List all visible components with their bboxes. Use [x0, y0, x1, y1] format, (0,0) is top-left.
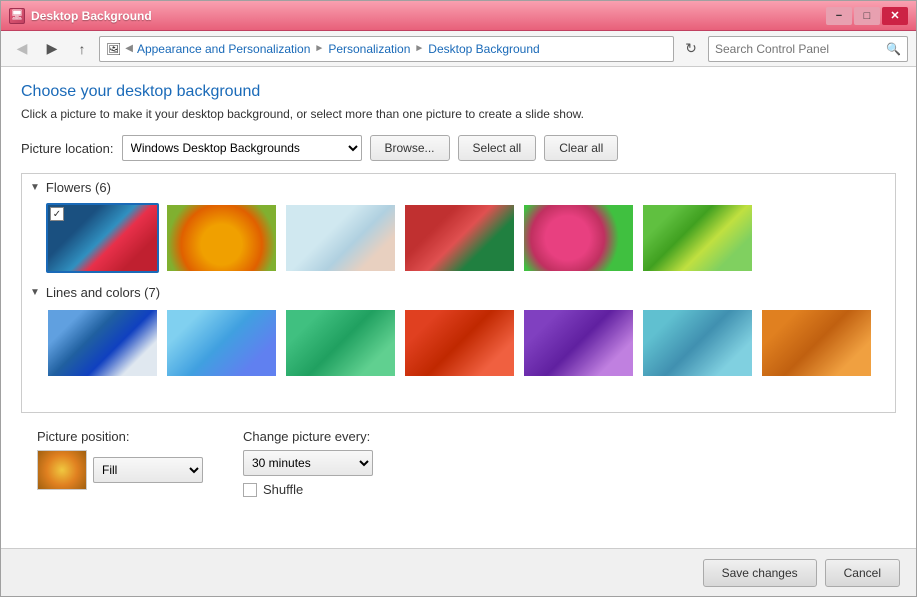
- page-title: Choose your desktop background: [21, 83, 896, 101]
- thumbnail-lc1: [48, 310, 157, 376]
- page-subtitle: Click a picture to make it your desktop …: [21, 107, 896, 121]
- thumbnail-f5: [524, 205, 633, 271]
- picture-position-row: Fill Fit Stretch Tile Center Span: [37, 450, 203, 490]
- thumbnail-f2: [167, 205, 276, 271]
- gallery-item[interactable]: [284, 203, 397, 273]
- save-changes-button[interactable]: Save changes: [703, 559, 817, 587]
- content-area: Choose your desktop background Click a p…: [1, 67, 916, 596]
- thumbnail-lc2: [167, 310, 276, 376]
- gallery-item[interactable]: [284, 308, 397, 378]
- gallery-item[interactable]: [46, 308, 159, 378]
- maximize-button[interactable]: □: [854, 7, 880, 25]
- shuffle-label: Shuffle: [263, 482, 303, 497]
- title-bar: 🖥 Desktop Background − □ ✕: [1, 1, 916, 31]
- thumbnail-lc6: [643, 310, 752, 376]
- shuffle-checkbox[interactable]: [243, 483, 257, 497]
- cancel-button[interactable]: Cancel: [825, 559, 900, 587]
- thumbnail-lc5: [524, 310, 633, 376]
- flowers-expand-arrow: ▼: [30, 182, 40, 193]
- up-button[interactable]: ↑: [69, 37, 95, 61]
- thumbnail-lc4: [405, 310, 514, 376]
- lines-gallery-grid: [30, 308, 887, 378]
- gallery-group-lines: ▼ Lines and colors (7): [22, 279, 895, 384]
- change-every-select[interactable]: 10 seconds 30 seconds 1 minute 2 minutes…: [243, 450, 373, 476]
- address-bar: ◀ ▶ ↑ 🖼 ◀ Appearance and Personalization…: [1, 31, 916, 67]
- gallery-item[interactable]: [641, 308, 754, 378]
- gallery-container: ▼ Flowers (6) ✓: [21, 173, 896, 413]
- path-segment1[interactable]: Appearance and Personalization: [137, 42, 310, 56]
- flowers-group-header[interactable]: ▼ Flowers (6): [30, 180, 887, 195]
- search-input[interactable]: [715, 42, 882, 56]
- gallery-item[interactable]: ✓: [46, 203, 159, 273]
- change-picture-group: Change picture every: 10 seconds 30 seco…: [243, 429, 373, 497]
- clear-button[interactable]: Clear all: [544, 135, 618, 161]
- forward-button[interactable]: ▶: [39, 37, 65, 61]
- thumbnail-f3: [286, 205, 395, 271]
- shuffle-row: Shuffle: [243, 482, 373, 497]
- title-bar-controls: − □ ✕: [826, 7, 908, 25]
- sep1: ◀: [125, 43, 133, 54]
- browse-button[interactable]: Browse...: [370, 135, 450, 161]
- path-segment3[interactable]: Desktop Background: [428, 42, 539, 56]
- flowers-group-label: Flowers (6): [46, 180, 111, 195]
- search-icon: 🔍: [886, 42, 901, 56]
- gallery-group-flowers: ▼ Flowers (6) ✓: [22, 174, 895, 279]
- gallery-item[interactable]: [522, 203, 635, 273]
- thumbnail-lc3: [286, 310, 395, 376]
- position-thumbnail: [37, 450, 87, 490]
- change-every-row: 10 seconds 30 seconds 1 minute 2 minutes…: [243, 450, 373, 476]
- select-all-button[interactable]: Select all: [458, 135, 537, 161]
- picture-location-row: Picture location: Windows Desktop Backgr…: [21, 135, 896, 161]
- picture-position-label: Picture position:: [37, 429, 203, 444]
- refresh-button[interactable]: ↻: [678, 36, 704, 62]
- position-thumb-image: [38, 451, 86, 489]
- thumbnail-lc7: [762, 310, 871, 376]
- path-icon: 🖼: [106, 42, 121, 56]
- lines-expand-arrow: ▼: [30, 287, 40, 298]
- minimize-button[interactable]: −: [826, 7, 852, 25]
- picture-location-label: Picture location:: [21, 141, 114, 156]
- picture-location-select[interactable]: Windows Desktop Backgrounds: [122, 135, 362, 161]
- desktop-background-window: 🖥 Desktop Background − □ ✕ ◀ ▶ ↑ 🖼 ◀ App…: [0, 0, 917, 597]
- change-every-label: Change picture every:: [243, 429, 373, 444]
- sep2: ►: [314, 43, 324, 54]
- gallery-item[interactable]: [165, 308, 278, 378]
- footer: Save changes Cancel: [1, 548, 916, 596]
- sep3: ►: [414, 43, 424, 54]
- picture-position-group: Picture position: Fill Fit Stretch Tile …: [37, 429, 203, 490]
- gallery-item[interactable]: [522, 308, 635, 378]
- thumbnail-f1: [48, 205, 157, 271]
- position-select[interactable]: Fill Fit Stretch Tile Center Span: [93, 457, 203, 483]
- checkmark-f1: ✓: [50, 207, 64, 221]
- flowers-gallery-grid: ✓: [30, 203, 887, 273]
- lines-group-header[interactable]: ▼ Lines and colors (7): [30, 285, 887, 300]
- close-button[interactable]: ✕: [882, 7, 908, 25]
- bottom-controls: Picture position: Fill Fit Stretch Tile …: [21, 429, 896, 497]
- thumbnail-f6: [643, 205, 752, 271]
- gallery-item[interactable]: [760, 308, 873, 378]
- address-path: 🖼 ◀ Appearance and Personalization ► Per…: [99, 36, 674, 62]
- back-button[interactable]: ◀: [9, 37, 35, 61]
- search-box: 🔍: [708, 36, 908, 62]
- lines-group-label: Lines and colors (7): [46, 285, 160, 300]
- gallery-item[interactable]: [641, 203, 754, 273]
- thumbnail-f4: [405, 205, 514, 271]
- title-bar-left: 🖥 Desktop Background: [9, 8, 152, 24]
- gallery-item[interactable]: [403, 203, 516, 273]
- gallery-item[interactable]: [165, 203, 278, 273]
- window-title: Desktop Background: [31, 9, 152, 23]
- app-icon: 🖥: [9, 8, 25, 24]
- path-segment2[interactable]: Personalization: [328, 42, 410, 56]
- gallery-item[interactable]: [403, 308, 516, 378]
